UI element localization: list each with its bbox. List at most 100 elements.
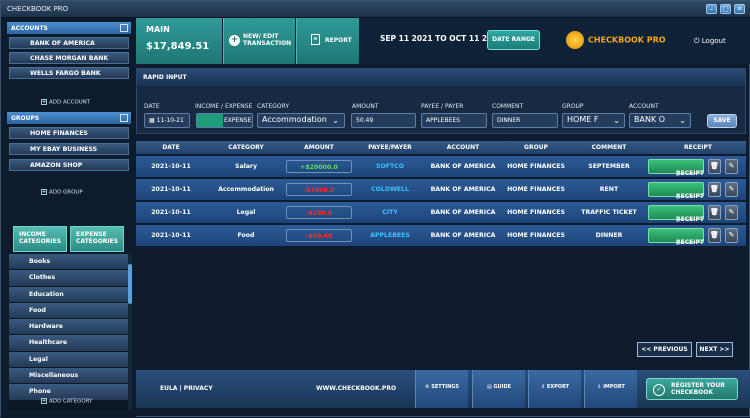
cell-date: 2021-10-11 <box>151 209 191 216</box>
report-button[interactable]: ≡ REPORT <box>296 18 359 64</box>
rapid-input-title: RAPID INPUT <box>137 69 745 86</box>
cell-comment: TRAFFIC TICKET <box>581 209 637 216</box>
close-icon[interactable]: ✕ <box>734 4 745 14</box>
balance-value: $17,849.51 <box>146 41 210 52</box>
cell-group: HOME FINANCES <box>507 163 565 170</box>
export-button[interactable]: ⇧ EXPORT <box>528 370 581 408</box>
add-category-button[interactable]: + ADD CATEGORY <box>41 398 92 405</box>
coin-icon <box>566 31 584 49</box>
sidebar-item-group[interactable]: HOME FINANCES <box>9 127 129 139</box>
table-row[interactable]: 2021-10-11 Food -$50.49 APPLEBEES BANK OF AM… <box>136 225 746 246</box>
minimize-icon[interactable]: – <box>706 4 717 14</box>
eula-privacy-link[interactable]: EULA | PRIVACY <box>160 385 213 392</box>
plus-icon: + <box>41 398 47 404</box>
list-item[interactable]: Legal <box>9 351 129 369</box>
list-item[interactable]: Books <box>9 254 129 271</box>
checkbox-icon[interactable] <box>120 114 128 122</box>
power-icon: ⏻ <box>694 37 702 45</box>
category-label: CATEGORY <box>257 103 290 110</box>
main-label: MAIN <box>146 25 170 34</box>
maximize-icon[interactable]: □ <box>720 4 731 14</box>
sidebar-item-group[interactable]: MY EBAY BUSINESS <box>9 143 129 155</box>
rapid-input-panel: RAPID INPUT DATE INCOME / EXPENSE CATEGO… <box>136 68 746 134</box>
website-link[interactable]: WWW.CHECKBOOK.PRO <box>316 385 396 392</box>
table-row[interactable]: 2021-10-11 Accommodation -$1000.0 COLDWELL B… <box>136 179 746 200</box>
receipt-button[interactable]: ▯ RECEIPT <box>648 228 704 246</box>
comment-input[interactable]: DINNER <box>492 113 558 128</box>
register-button[interactable]: ✓ REGISTER YOUR CHECKBOOK <box>646 378 738 400</box>
tab-expense-categories[interactable]: EXPENSE CATEGORIES <box>70 226 124 252</box>
sidebar-item-account[interactable]: BANK OF AMERICA <box>9 37 129 49</box>
cell-account: BANK OF AMERICA <box>430 163 496 170</box>
cell-payee: APPLEBEES <box>370 232 410 239</box>
income-expense-toggle[interactable]: EXPENSE <box>196 113 253 128</box>
add-account-button[interactable]: + ADD ACCOUNT <box>41 99 90 106</box>
date-range-button[interactable]: DATE RANGE <box>487 30 540 50</box>
receipt-button[interactable]: ▯ RECEIPT <box>648 205 704 223</box>
sidebar-item-account[interactable]: CHASE MORGAN BANK <box>9 52 129 64</box>
settings-button[interactable]: ⚙ SETTINGS <box>415 370 468 408</box>
title-bar: CHECKBOOK PRO – □ ✕ <box>1 1 750 18</box>
payee-input[interactable]: APPLEBEES <box>421 113 487 128</box>
delete-icon[interactable]: 🗑 <box>708 205 721 220</box>
calendar-icon: ▦ <box>149 117 157 124</box>
list-item[interactable]: Education <box>9 286 129 303</box>
table-row[interactable]: 2021-10-11 Salary +$20000.0 SOFTCO BANK OF A… <box>136 156 746 177</box>
logout-button[interactable]: ⏻ Logout <box>694 37 726 46</box>
tab-income-categories[interactable]: INCOME CATEGORIES <box>13 226 67 252</box>
amount-input[interactable]: 50.49 <box>351 113 416 128</box>
guide-button[interactable]: ▤ GUIDE <box>472 370 525 408</box>
cell-date: 2021-10-11 <box>151 232 191 239</box>
cell-payee: COLDWELL <box>371 186 409 193</box>
chevron-down-icon: ⌄ <box>613 116 620 125</box>
new-edit-transaction-button[interactable]: + NEW/ EDIT TRANSACTION <box>223 18 295 64</box>
groups-header: GROUPS <box>7 112 131 124</box>
payee-label: PAYEE / PAYER <box>421 103 464 110</box>
group-select[interactable]: HOME F ⌄ <box>562 113 625 128</box>
category-select[interactable]: Accommodation ⌄ <box>257 113 345 128</box>
account-label: ACCOUNT <box>629 103 659 110</box>
income-expense-label: INCOME / EXPENSE <box>195 103 253 110</box>
list-item[interactable]: Healthcare <box>9 335 129 352</box>
date-range-text: SEP 11 2021 TO OCT 11 2021 <box>380 34 503 43</box>
table-row[interactable]: 2021-10-11 Legal -$100.0 CITY BANK OF AMERIC… <box>136 202 746 223</box>
receipt-button[interactable]: ▯ RECEIPT <box>648 159 704 177</box>
app-window: CHECKBOOK PRO – □ ✕ ACCOUNTS BANK OF AME… <box>0 0 750 418</box>
checkbox-icon[interactable] <box>120 24 128 32</box>
previous-page-button[interactable]: << PREVIOUS <box>637 342 692 357</box>
main-tab[interactable]: MAIN $17,849.51 <box>136 18 222 64</box>
list-item[interactable]: Food <box>9 302 129 320</box>
cell-category: Legal <box>236 209 256 216</box>
account-select[interactable]: BANK O ⌄ <box>629 113 691 128</box>
save-button[interactable]: SAVE <box>707 114 737 128</box>
edit-icon[interactable]: ✎ <box>725 228 738 243</box>
cell-amount: -$100.0 <box>286 206 352 219</box>
list-item[interactable]: Miscellaneous <box>9 368 129 385</box>
add-group-button[interactable]: + ADD GROUP <box>41 189 83 196</box>
top-bar: MAIN $17,849.51 + NEW/ EDIT TRANSACTION … <box>136 18 750 64</box>
transactions-table: DATE CATEGORY AMOUNT PAYEE/PAYER ACCOUNT… <box>136 141 746 246</box>
cell-account: BANK OF AMERICA <box>430 186 496 193</box>
accounts-header: ACCOUNTS <box>7 22 131 34</box>
import-button[interactable]: ⇩ IMPORT <box>584 370 637 408</box>
chevron-down-icon: ⌄ <box>332 116 339 125</box>
cell-comment: SEPTEMBER <box>588 163 630 170</box>
delete-icon[interactable]: 🗑 <box>708 228 721 243</box>
edit-icon[interactable]: ✎ <box>725 182 738 197</box>
date-field[interactable]: ▦ 11-10-21 <box>144 113 190 128</box>
sidebar-item-group[interactable]: AMAZON SHOP <box>9 159 129 171</box>
sidebar-item-account[interactable]: WELLS FARGO BANK <box>9 67 129 79</box>
next-page-button[interactable]: NEXT >> <box>696 342 733 357</box>
category-scrollbar[interactable] <box>128 254 132 411</box>
cell-amount: +$20000.0 <box>286 160 352 173</box>
cell-date: 2021-10-11 <box>151 186 191 193</box>
edit-icon[interactable]: ✎ <box>725 205 738 220</box>
delete-icon[interactable]: 🗑 <box>708 182 721 197</box>
delete-icon[interactable]: 🗑 <box>708 159 721 174</box>
list-item[interactable]: Clothes <box>9 270 129 287</box>
cell-category: Food <box>237 232 255 239</box>
list-item[interactable]: Hardware <box>9 319 129 336</box>
receipt-button[interactable]: ▯ RECEIPT <box>648 182 704 200</box>
cell-comment: DINNER <box>595 232 623 239</box>
edit-icon[interactable]: ✎ <box>725 159 738 174</box>
